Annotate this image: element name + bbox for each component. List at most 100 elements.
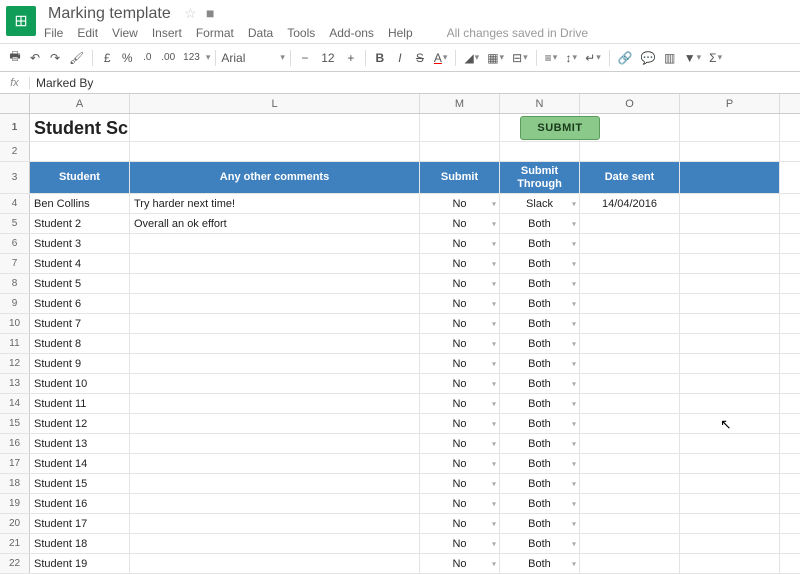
header-submit-through[interactable]: Submit Through <box>500 162 580 193</box>
paint-format-button[interactable]: 🖌 <box>66 48 87 68</box>
dropdown-icon[interactable]: ▾ <box>492 299 496 308</box>
date-cell[interactable] <box>580 234 680 253</box>
cell[interactable] <box>680 374 780 393</box>
row-header-7[interactable]: 7 <box>0 254 30 273</box>
dropdown-icon[interactable]: ▾ <box>572 539 576 548</box>
font-size-input[interactable] <box>316 51 340 65</box>
comments-cell[interactable] <box>130 374 420 393</box>
submit-cell[interactable]: No▾ <box>420 414 500 433</box>
through-cell[interactable]: Slack▾ <box>500 194 580 213</box>
cell[interactable] <box>680 554 780 573</box>
font-selector[interactable] <box>221 51 277 65</box>
menu-tools[interactable]: Tools <box>287 26 315 40</box>
menu-format[interactable]: Format <box>196 26 234 40</box>
row-header-5[interactable]: 5 <box>0 214 30 233</box>
comments-cell[interactable] <box>130 394 420 413</box>
dropdown-icon[interactable]: ▾ <box>572 359 576 368</box>
submit-cell[interactable]: No▾ <box>420 274 500 293</box>
submit-cell[interactable]: No▾ <box>420 214 500 233</box>
submit-cell[interactable]: No▾ <box>420 474 500 493</box>
vertical-align-button[interactable]: ↕▾ <box>562 48 580 68</box>
comments-cell[interactable] <box>130 494 420 513</box>
date-cell[interactable] <box>580 454 680 473</box>
date-cell[interactable] <box>580 334 680 353</box>
print-button[interactable]: 🖶 <box>6 48 24 68</box>
row-header-4[interactable]: 4 <box>0 194 30 213</box>
fill-color-button[interactable]: ◢▾ <box>461 48 482 68</box>
column-header-M[interactable]: M <box>420 94 500 113</box>
comments-cell[interactable] <box>130 554 420 573</box>
submit-cell[interactable]: No▾ <box>420 354 500 373</box>
student-cell[interactable]: Student 14 <box>30 454 130 473</box>
strikethrough-button[interactable]: S <box>411 48 429 68</box>
dropdown-icon[interactable]: ▾ <box>492 459 496 468</box>
row-header-22[interactable]: 22 <box>0 554 30 573</box>
header-comments[interactable]: Any other comments <box>130 162 420 193</box>
functions-button[interactable]: Σ▾ <box>706 48 725 68</box>
menu-edit[interactable]: Edit <box>77 26 98 40</box>
submit-cell[interactable]: No▾ <box>420 434 500 453</box>
column-header-L[interactable]: L <box>130 94 420 113</box>
student-cell[interactable]: Student 18 <box>30 534 130 553</box>
cell[interactable] <box>680 454 780 473</box>
submit-cell[interactable]: No▾ <box>420 374 500 393</box>
through-cell[interactable]: Both▾ <box>500 494 580 513</box>
through-cell[interactable]: Both▾ <box>500 514 580 533</box>
date-cell[interactable] <box>580 354 680 373</box>
through-cell[interactable]: Both▾ <box>500 274 580 293</box>
bold-button[interactable]: B <box>371 48 389 68</box>
header-student[interactable]: Student <box>30 162 130 193</box>
student-cell[interactable]: Student 5 <box>30 274 130 293</box>
cell[interactable] <box>680 234 780 253</box>
text-color-button[interactable]: A▾ <box>431 48 451 68</box>
date-cell[interactable] <box>580 254 680 273</box>
submit-cell[interactable]: No▾ <box>420 514 500 533</box>
through-cell[interactable]: Both▾ <box>500 414 580 433</box>
cell[interactable] <box>420 114 500 142</box>
date-cell[interactable] <box>580 294 680 313</box>
row-header-15[interactable]: 15 <box>0 414 30 433</box>
cell[interactable] <box>680 494 780 513</box>
student-cell[interactable]: Student 8 <box>30 334 130 353</box>
row-header-13[interactable]: 13 <box>0 374 30 393</box>
date-cell[interactable] <box>580 394 680 413</box>
row-header-21[interactable]: 21 <box>0 534 30 553</box>
through-cell[interactable]: Both▾ <box>500 234 580 253</box>
cell[interactable] <box>680 354 780 373</box>
date-cell[interactable] <box>580 494 680 513</box>
cell[interactable] <box>30 142 130 161</box>
dropdown-icon[interactable]: ▾ <box>492 279 496 288</box>
date-cell[interactable] <box>580 314 680 333</box>
dropdown-icon[interactable]: ▾ <box>572 499 576 508</box>
dropdown-icon[interactable]: ▾ <box>572 199 576 208</box>
student-cell[interactable]: Student 4 <box>30 254 130 273</box>
cell[interactable] <box>680 114 780 142</box>
dropdown-icon[interactable]: ▾ <box>572 439 576 448</box>
cell[interactable] <box>130 114 420 142</box>
sheet-title-cell[interactable]: Student Sc <box>30 114 130 142</box>
merge-cells-button[interactable]: ⊟▾ <box>509 48 531 68</box>
row-header-10[interactable]: 10 <box>0 314 30 333</box>
submit-cell[interactable]: No▾ <box>420 254 500 273</box>
borders-button[interactable]: ▦▾ <box>484 48 507 68</box>
student-cell[interactable]: Student 6 <box>30 294 130 313</box>
dropdown-icon[interactable]: ▾ <box>492 399 496 408</box>
dropdown-icon[interactable]: ▾ <box>572 319 576 328</box>
row-header-17[interactable]: 17 <box>0 454 30 473</box>
dropdown-icon[interactable]: ▾ <box>492 339 496 348</box>
row-header-16[interactable]: 16 <box>0 434 30 453</box>
cell[interactable] <box>680 162 780 193</box>
date-cell[interactable] <box>580 374 680 393</box>
row-header-3[interactable]: 3 <box>0 162 30 193</box>
insert-link-button[interactable]: 🔗 <box>615 48 636 68</box>
dropdown-icon[interactable]: ▾ <box>492 559 496 568</box>
date-cell[interactable] <box>580 274 680 293</box>
cell[interactable] <box>680 514 780 533</box>
comments-cell[interactable] <box>130 334 420 353</box>
comments-cell[interactable] <box>130 514 420 533</box>
menu-data[interactable]: Data <box>248 26 273 40</box>
cell[interactable] <box>130 142 420 161</box>
dropdown-icon[interactable]: ▾ <box>572 519 576 528</box>
row-header-6[interactable]: 6 <box>0 234 30 253</box>
row-header-19[interactable]: 19 <box>0 494 30 513</box>
